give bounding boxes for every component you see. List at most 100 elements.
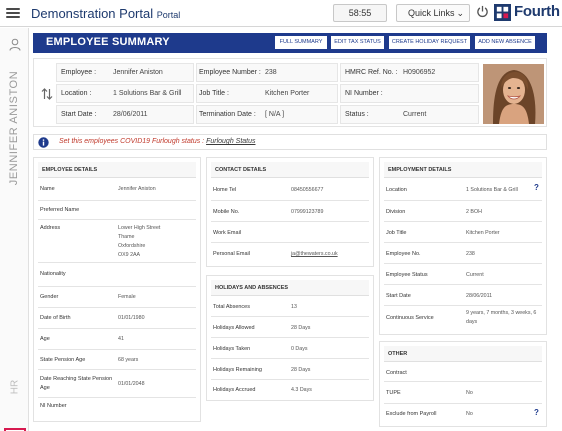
employment-row-job-title: Job Title Kitchen Porter (384, 222, 542, 243)
other-row-contract: Contract (384, 362, 542, 382)
detail-value: 68 years (118, 357, 139, 363)
detail-value: 41 (118, 336, 124, 342)
employment-value: 1 Solutions Bar & Grill (466, 187, 518, 193)
holiday-row-accrued: Holidays Accrued 4.3 Days (211, 380, 369, 400)
summary-label: Employee Number : (199, 69, 261, 76)
other-label: Contract (386, 370, 407, 376)
employment-value: 2 BOH (466, 209, 482, 215)
menu-icon[interactable] (6, 6, 22, 20)
detail-row-state-pension-age: State Pension Age 68 years (38, 350, 196, 370)
user-icon[interactable] (9, 38, 21, 51)
other-panel: OTHER Contract TUPE No Exclude from Payr… (379, 341, 547, 427)
holiday-row-remaining: Holidays Remaining 28 Days (211, 359, 369, 380)
furlough-notice: Set this employees COVID19 Furlough stat… (33, 134, 547, 150)
employee-name-vertical: JENNIFER ANISTON (7, 58, 21, 198)
employee-summary-card: Employee : Jennifer Aniston Location : 1… (33, 58, 547, 127)
power-icon[interactable] (476, 5, 489, 18)
detail-label: Name (40, 186, 55, 192)
summary-value: 1 Solutions Bar & Grill (113, 90, 182, 97)
detail-row-date-of-birth: Date of Birth 01/01/1980 (38, 308, 196, 329)
holiday-label: Holidays Allowed (213, 325, 255, 331)
contact-label: Mobile No. (213, 209, 240, 215)
contact-label: Home Tel (213, 187, 237, 193)
top-bar: Demonstration Portal Portal 58:55 Quick … (0, 0, 562, 27)
employment-details-panel: EMPLOYMENT DETAILS Location 1 Solutions … (379, 157, 547, 335)
panel-header: EMPLOYMENT DETAILS (384, 162, 542, 178)
other-row-exclude-payroll: Exclude from Payroll No ? (384, 404, 542, 424)
detail-value: 01/01/1980 (118, 315, 145, 321)
edit-tax-status-button[interactable]: EDIT TAX STATUS (331, 36, 384, 49)
address-line: Thame (118, 234, 135, 240)
contact-row-work-email: Work Email (211, 222, 369, 243)
holiday-label: Holidays Accrued (213, 387, 256, 393)
fourth-logo-icon (494, 4, 511, 21)
app-title-text: Demonstration Portal (31, 6, 154, 21)
contact-row-personal-email: Personal Email ja@thewaters.co.uk (211, 243, 369, 263)
contact-row-mobile: Mobile No. 07999123789 (211, 201, 369, 222)
contact-details-panel: CONTACT DETAILS Home Tel 08450556677 Mob… (206, 157, 374, 267)
add-new-absence-button[interactable]: ADD NEW ABSENCE (475, 36, 535, 49)
app-subtitle: Portal (156, 10, 181, 20)
summary-label: NI Number : (345, 90, 383, 97)
employment-value: Kitchen Porter (466, 230, 500, 236)
summary-label: Location : (61, 90, 92, 97)
holiday-value: 0 Days (291, 346, 308, 352)
summary-row-hmrc-ref: HMRC Ref. No. : H0906952 (340, 63, 479, 82)
employment-row-employee-no: Employee No. 238 (384, 243, 542, 264)
employee-summary-banner: EMPLOYEE SUMMARY FULL SUMMARY EDIT TAX S… (33, 33, 547, 53)
session-timer: 58:55 (333, 4, 387, 22)
detail-label: Date of Birth (40, 315, 71, 321)
detail-label: State Pension Age (40, 357, 86, 363)
summary-row-employee: Employee : Jennifer Aniston (56, 63, 194, 82)
panel-header: CONTACT DETAILS (211, 162, 369, 178)
other-label: TUPE (386, 390, 401, 396)
holiday-value: 4.3 Days (291, 387, 312, 393)
detail-label: Address (40, 225, 61, 231)
summary-row-ni-number: NI Number : (340, 84, 479, 103)
detail-row-age: Age 41 (38, 329, 196, 350)
other-row-tupe: TUPE No (384, 382, 542, 404)
panel-title: HOLIDAYS AND ABSENCES (215, 285, 289, 291)
detail-label: NI Number (40, 403, 67, 409)
employment-label: Employee No. (386, 251, 421, 257)
employment-value: Current (466, 272, 484, 278)
summary-row-status: Status : Current (340, 105, 479, 124)
quick-links-dropdown[interactable]: Quick Links ⌄ (396, 4, 470, 22)
summary-value: [ N/A ] (265, 111, 285, 118)
detail-row-gender: Gender Female (38, 287, 196, 308)
address-line: Oxfordshire (118, 243, 146, 249)
summary-value: Jennifer Aniston (113, 69, 163, 76)
full-summary-button[interactable]: FULL SUMMARY (275, 36, 327, 49)
detail-label-continued: Age (40, 385, 50, 391)
employment-value-continued: days (466, 319, 478, 325)
employment-label: Job Title (386, 230, 407, 236)
detail-row-name: Name Jennifer Aniston (38, 178, 196, 201)
panel-title: OTHER (388, 351, 408, 357)
help-icon[interactable]: ? (534, 183, 539, 192)
panel-title: CONTACT DETAILS (215, 167, 267, 173)
contact-label: Work Email (213, 230, 242, 236)
contact-value: 07999123789 (291, 209, 324, 215)
detail-row-address: Address Lower High Street Thame Oxfordsh… (38, 220, 196, 263)
employment-label: Division (386, 209, 406, 215)
hr-section-tab[interactable]: HR (9, 380, 21, 394)
detail-label: Age (40, 336, 50, 342)
employment-row-continuous-service: Continuous Service 9 years, 7 months, 3 … (384, 306, 542, 332)
summary-label: Job Title : (199, 90, 229, 97)
contact-label: Personal Email (213, 251, 250, 257)
quick-links-label: Quick Links (408, 8, 455, 18)
panel-header: HOLIDAYS AND ABSENCES (211, 280, 369, 296)
furlough-text: Set this employees COVID19 Furlough stat… (59, 138, 256, 145)
rail-employee-name: JENNIFER ANISTON (8, 70, 20, 186)
holidays-absences-panel: HOLIDAYS AND ABSENCES Total Absences 13 … (206, 275, 374, 401)
help-icon[interactable]: ? (534, 408, 539, 417)
furlough-status-link[interactable]: Furlough Status (206, 138, 255, 145)
panel-header: EMPLOYEE DETAILS (38, 162, 196, 178)
holiday-label: Total Absences (213, 304, 250, 310)
personal-email-link[interactable]: ja@thewaters.co.uk (291, 251, 338, 258)
summary-row-employee-number: Employee Number : 238 (196, 63, 338, 82)
swap-icon[interactable] (41, 88, 53, 100)
holiday-row-taken: Holidays Taken 0 Days (211, 338, 369, 359)
create-holiday-request-button[interactable]: CREATE HOLIDAY REQUEST (389, 36, 470, 49)
panel-header: OTHER (384, 346, 542, 362)
